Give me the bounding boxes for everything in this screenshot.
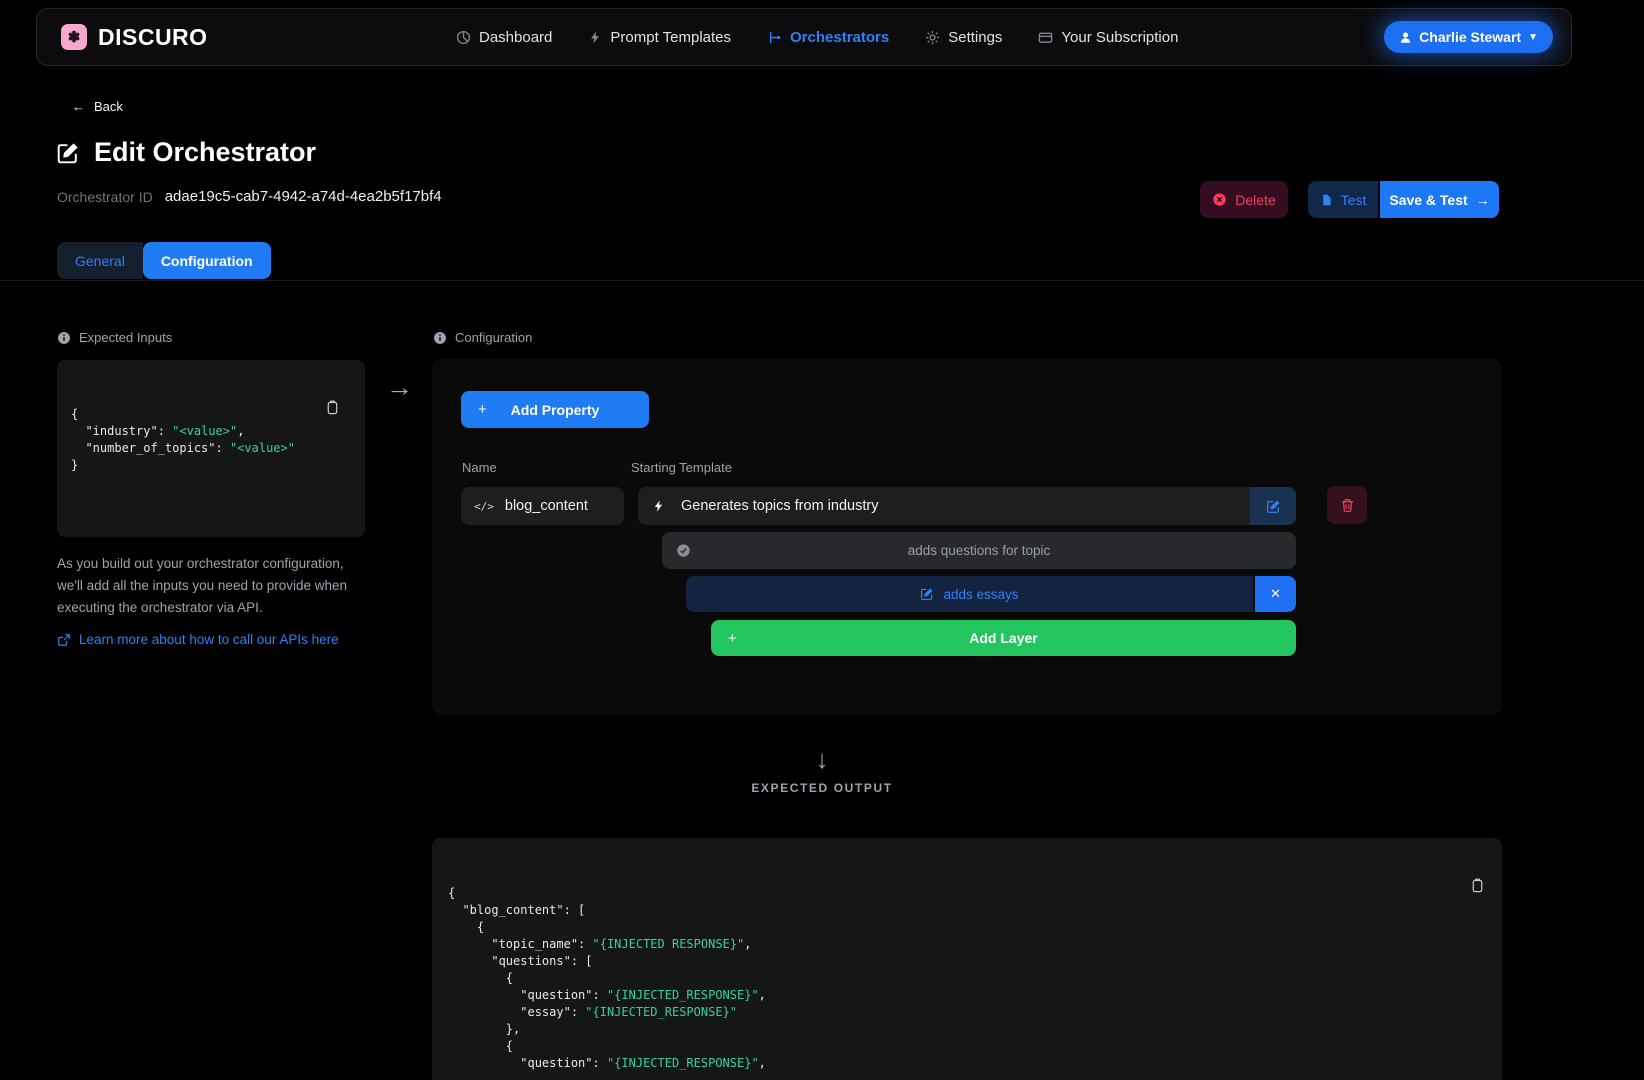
tab-bar: General Configuration [57,242,271,279]
copy-icon[interactable] [325,370,355,445]
test-button[interactable]: Test [1308,181,1378,218]
configuration-header: Configuration [433,330,532,345]
external-link-icon [57,633,71,647]
page-title: Edit Orchestrator [94,137,317,167]
starting-template-input[interactable]: Generates topics from industry [638,487,1296,525]
nav-label: Settings [948,28,1003,46]
save-test-label: Save & Test [1389,191,1468,208]
delete-button[interactable]: Delete [1200,181,1288,218]
user-icon [1399,31,1412,44]
remove-layer-button[interactable]: ✕ [1255,576,1296,612]
layer-adds-essays[interactable]: adds essays [686,576,1253,612]
arrow-right-icon: → [1475,191,1490,208]
layer-label: adds essays [943,586,1019,602]
lightning-icon [588,30,602,45]
plus-icon: + [728,629,737,647]
app-root: ✽ DISCURO Dashboard Prompt Templates Orc… [0,0,1644,1080]
expected-inputs-description: As you build out your orchestrator confi… [57,556,348,615]
main-nav: Dashboard Prompt Templates Orchestrators… [456,9,1178,65]
orchestrator-id-row: Orchestrator ID adae19c5-cab7-4942-a74d-… [57,188,442,205]
expected-inputs-label: Expected Inputs [79,330,173,345]
x-circle-icon [1212,192,1227,207]
credit-card-icon [1038,30,1053,45]
orchestrator-id-value: adae19c5-cab7-4942-a74d-4ea2b5f17bf4 [164,188,442,205]
delete-label: Delete [1235,191,1276,208]
starting-template-value: Generates topics from industry [681,498,879,514]
nav-item-orchestrators[interactable]: Orchestrators [767,29,889,46]
nav-label: Dashboard [479,28,553,46]
test-label: Test [1340,191,1367,208]
layer-label: adds questions for topic [907,543,1051,558]
starting-template-label: Starting Template [631,460,732,475]
page-title-row: Edit Orchestrator [56,137,316,168]
gear-icon [925,30,940,45]
expected-inputs-section: Expected Inputs { "industry": "<value>",… [57,330,365,647]
back-button[interactable]: ← Back [72,99,123,114]
nav-label: Your Subscription [1061,28,1179,46]
flower-icon: ✽ [61,24,87,50]
api-docs-link-label: Learn more about how to call our APIs he… [79,632,339,647]
arrow-left-icon: ← [72,99,85,114]
add-property-button[interactable]: + Add Property [461,391,649,428]
nav-label: Orchestrators [790,28,890,46]
configuration-panel: + Add Property Name Starting Template </… [432,359,1502,715]
nav-label: Prompt Templates [610,28,731,46]
code-icon: </> [474,499,494,513]
expected-inputs-code: { "industry": "<value>", "number_of_topi… [57,360,365,537]
back-label: Back [94,99,123,114]
plus-icon: + [478,401,487,418]
expected-inputs-header: Expected Inputs [57,330,365,345]
section-divider [0,280,1644,281]
nav-item-your-subscription[interactable]: Your Subscription [1038,29,1178,46]
property-name-input[interactable]: </> blog_content [461,487,624,525]
layer-adds-questions[interactable]: adds questions for topic [662,532,1296,569]
nav-item-dashboard[interactable]: Dashboard [456,29,552,46]
name-field-label: Name [462,460,497,475]
chevron-down-icon: ▼ [1528,31,1538,43]
tab-configuration[interactable]: Configuration [142,242,271,279]
nav-item-settings[interactable]: Settings [925,29,1002,46]
save-and-test-button[interactable]: Save & Test → [1380,181,1499,218]
add-property-label: Add Property [510,401,600,418]
lightning-icon [652,499,665,513]
brand-name: DISCURO [98,23,208,50]
flow-arrow-right-icon: → [386,372,413,402]
trash-icon [1340,498,1355,513]
delete-property-button[interactable] [1327,486,1367,524]
flow-arrow-down-icon: ↓ [815,744,829,774]
user-name: Charlie Stewart [1419,29,1522,45]
pie-chart-icon [456,30,471,45]
brand-logo[interactable]: ✽ DISCURO [61,24,208,51]
header-actions: Delete Test Save & Test → [1200,181,1499,218]
copy-icon[interactable] [1470,848,1492,923]
edit-template-button[interactable] [1250,487,1296,525]
add-layer-label: Add Layer [969,630,1038,646]
edit-pencil-icon [1266,499,1281,514]
expected-output-code: { "blog_content": [ { "topic_name": "{IN… [432,838,1502,1080]
info-icon [57,331,71,345]
expected-output-label: EXPECTED OUTPUT [751,781,893,795]
file-icon [1320,193,1333,207]
orchestrator-id-label: Orchestrator ID [57,188,153,205]
edit-pencil-icon [920,587,934,601]
info-icon [433,331,447,345]
add-layer-button[interactable]: + Add Layer [711,620,1296,656]
api-docs-link[interactable]: Learn more about how to call our APIs he… [57,632,365,647]
close-icon: ✕ [1270,586,1281,601]
nav-item-prompt-templates[interactable]: Prompt Templates [588,29,731,46]
configuration-label: Configuration [455,330,533,345]
edit-pencil-icon [56,141,80,165]
branch-icon [767,30,782,45]
navbar: ✽ DISCURO Dashboard Prompt Templates Orc… [36,8,1572,66]
property-name-value: blog_content [504,498,588,514]
user-menu-button[interactable]: Charlie Stewart ▼ [1384,21,1553,53]
tab-general[interactable]: General [57,242,143,279]
layer-adds-essays-row: adds essays ✕ [686,576,1296,612]
check-circle-icon [676,543,691,558]
